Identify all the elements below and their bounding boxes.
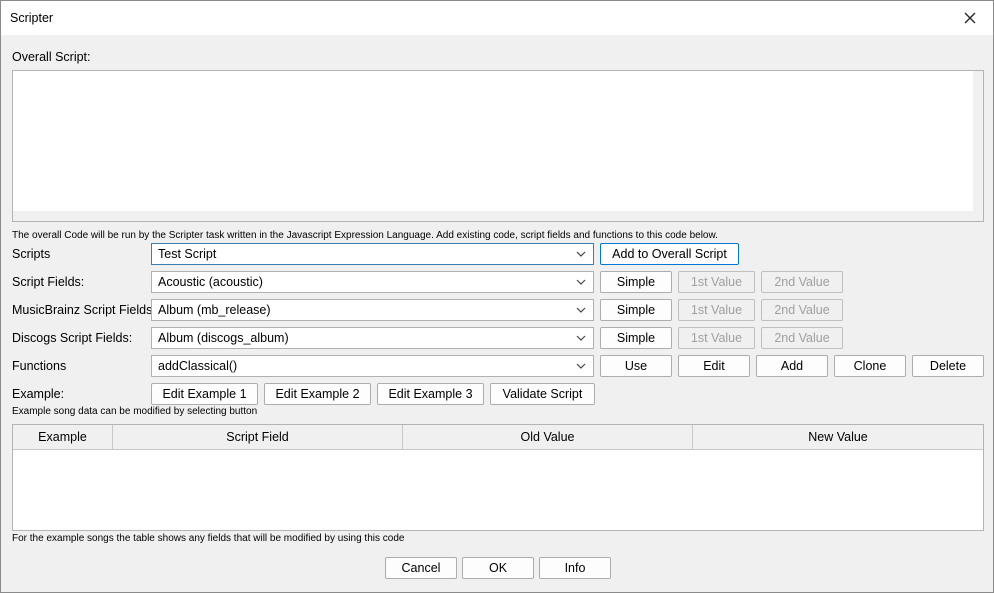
edit-example-2-button[interactable]: Edit Example 2 [264,383,371,405]
column-header-old-value[interactable]: Old Value [403,425,693,449]
function-clone-button[interactable]: Clone [834,355,906,377]
horizontal-scrollbar[interactable] [13,211,983,221]
function-delete-button[interactable]: Delete [912,355,984,377]
scripts-select[interactable]: Test Script [151,243,594,265]
script-fields-1st-value-button[interactable]: 1st Value [678,271,755,293]
chevron-down-icon [576,307,586,313]
cancel-button[interactable]: Cancel [385,557,457,579]
chevron-down-icon [576,363,586,369]
example-table[interactable]: Example Script Field Old Value New Value [12,424,984,531]
vertical-scrollbar[interactable] [973,71,983,211]
chevron-down-icon [576,335,586,341]
scripter-dialog: Scripter Overall Script: The overall Cod… [0,0,994,593]
table-header: Example Script Field Old Value New Value [13,425,983,450]
musicbrainz-simple-button[interactable]: Simple [600,299,672,321]
discogs-1st-value-button[interactable]: 1st Value [678,327,755,349]
functions-select-value: addClassical() [158,359,238,373]
example-note: Example song data can be modified by sel… [12,406,258,417]
table-note: For the example songs the table shows an… [12,533,405,544]
musicbrainz-1st-value-button[interactable]: 1st Value [678,299,755,321]
column-header-example[interactable]: Example [13,425,113,449]
discogs-simple-button[interactable]: Simple [600,327,672,349]
edit-example-3-button[interactable]: Edit Example 3 [377,383,484,405]
script-fields-simple-button[interactable]: Simple [600,271,672,293]
script-fields-label: Script Fields: [12,275,85,289]
script-fields-select[interactable]: Acoustic (acoustic) [151,271,594,293]
ok-button[interactable]: OK [462,557,534,579]
scripts-label: Scripts [12,247,51,261]
column-header-new-value[interactable]: New Value [693,425,983,449]
window-title: Scripter [10,11,54,25]
script-fields-2nd-value-button[interactable]: 2nd Value [761,271,843,293]
chevron-down-icon [576,251,586,257]
functions-label: Functions [12,359,67,373]
add-to-overall-script-button[interactable]: Add to Overall Script [600,243,739,265]
function-edit-button[interactable]: Edit [678,355,750,377]
musicbrainz-fields-select[interactable]: Album (mb_release) [151,299,594,321]
discogs-2nd-value-button[interactable]: 2nd Value [761,327,843,349]
column-header-script-field[interactable]: Script Field [113,425,403,449]
functions-select[interactable]: addClassical() [151,355,594,377]
close-button[interactable] [947,1,993,35]
close-icon [964,12,976,24]
script-fields-select-value: Acoustic (acoustic) [158,275,263,289]
function-add-button[interactable]: Add [756,355,828,377]
musicbrainz-fields-select-value: Album (mb_release) [158,303,271,317]
validate-script-button[interactable]: Validate Script [490,383,595,405]
discogs-fields-select-value: Album (discogs_album) [158,331,289,345]
scripts-select-value: Test Script [158,247,217,261]
example-label: Example: [12,387,65,401]
title-bar: Scripter [1,1,993,35]
chevron-down-icon [576,279,586,285]
edit-example-1-button[interactable]: Edit Example 1 [151,383,258,405]
overall-script-label: Overall Script: [12,50,91,64]
overall-script-textarea[interactable] [12,70,984,222]
info-button[interactable]: Info [539,557,611,579]
musicbrainz-fields-label: MusicBrainz Script Fields: [12,303,156,317]
musicbrainz-2nd-value-button[interactable]: 2nd Value [761,299,843,321]
discogs-fields-label: Discogs Script Fields: [12,331,133,345]
overall-script-note: The overall Code will be run by the Scri… [12,230,718,241]
function-use-button[interactable]: Use [600,355,672,377]
discogs-fields-select[interactable]: Album (discogs_album) [151,327,594,349]
